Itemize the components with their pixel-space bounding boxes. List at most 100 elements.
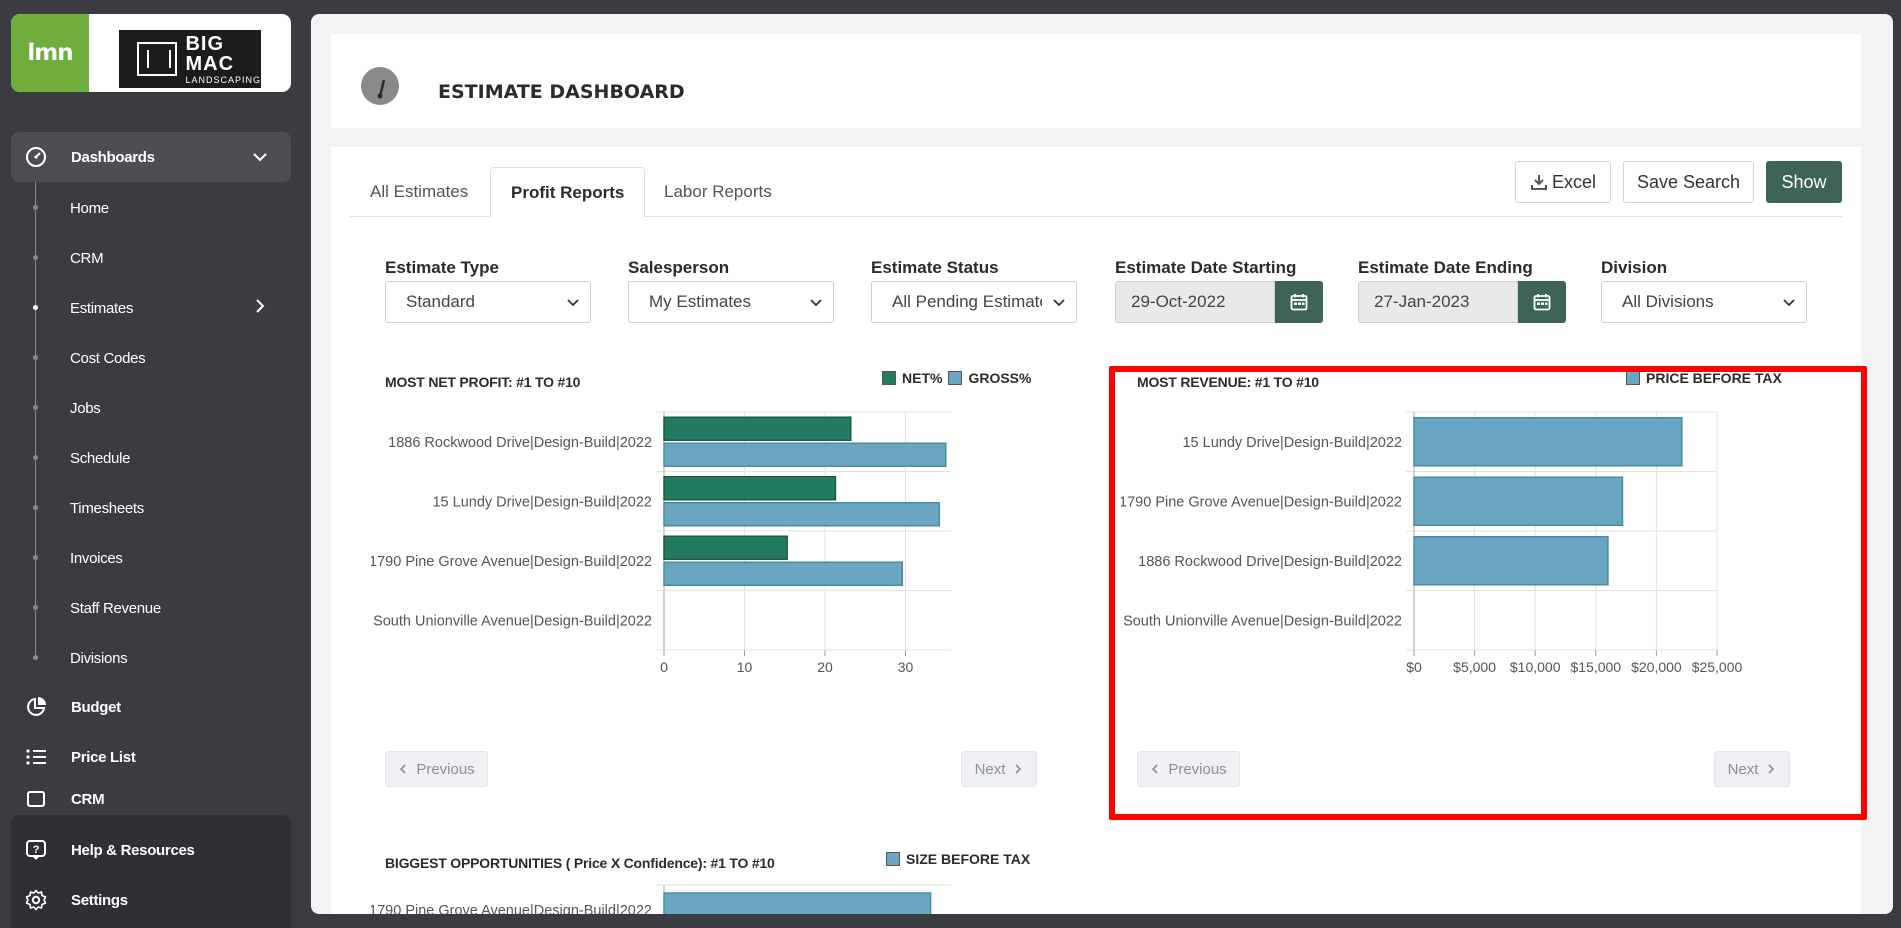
sidebar-item-home[interactable]: Home <box>70 193 109 223</box>
date-end-input[interactable]: 27-Jan-2023 <box>1358 281 1518 323</box>
chart-category-label: 513 South Unionville Avenue|Design-Build… <box>371 613 652 629</box>
sidebar-item-label: Jobs <box>70 399 101 417</box>
tab-labor-reports[interactable]: Labor Reports <box>644 167 792 217</box>
chart-bar <box>663 442 947 467</box>
estimate-status-label: Estimate Status <box>871 258 999 277</box>
sidebar-item-divisions[interactable]: Divisions <box>70 643 128 673</box>
lmn-logo[interactable]: lmn <box>11 14 89 92</box>
download-icon <box>1530 175 1547 190</box>
chart-x-tick-label: $20,000 <box>1631 659 1682 675</box>
date-start-input[interactable]: 29-Oct-2022 <box>1115 281 1275 323</box>
estimate-type-label: Estimate Type <box>385 258 500 277</box>
chart-revenue-legend: PRICE BEFORE TAX <box>1626 370 1782 386</box>
legend-swatch-price <box>1626 371 1640 385</box>
chart-x-tick-label: 0 <box>660 659 668 675</box>
sidebar-item-timesheets[interactable]: Timesheets <box>70 493 144 523</box>
revenue-next-button[interactable]: Next <box>1714 751 1790 787</box>
calendar-icon <box>1290 294 1308 311</box>
salesperson-select[interactable]: My Estimates <box>628 281 834 323</box>
division-select[interactable]: All Divisions <box>1601 281 1807 323</box>
pie-chart-icon <box>25 696 47 718</box>
nav-dot <box>33 555 38 560</box>
date-start-picker-button[interactable] <box>1275 281 1323 323</box>
legend-swatch-net <box>882 371 896 385</box>
net-profit-previous-button[interactable]: Previous <box>385 751 488 787</box>
chart-category-label: 15 Lundy Drive|Design-Build|2022 <box>1182 435 1402 451</box>
sidebar-item-staff-revenue[interactable]: Staff Revenue <box>70 593 161 623</box>
chevron-left-icon <box>1152 764 1158 774</box>
sidebar-item-label: Dashboards <box>71 148 155 166</box>
page-title: ESTIMATE DASHBOARD <box>438 81 685 103</box>
nav-dot <box>33 605 38 610</box>
company-logo-line-2: MAC <box>185 52 235 75</box>
tab-all-estimates[interactable]: All Estimates <box>350 167 488 217</box>
sidebar-item-dashboards[interactable]: Dashboards <box>11 132 291 182</box>
tab-profit-reports[interactable]: Profit Reports <box>490 167 646 218</box>
gear-icon <box>25 889 47 911</box>
sidebar-item-label: CRM <box>70 249 104 267</box>
date-end-picker-button[interactable] <box>1518 281 1566 323</box>
legend-swatch-size <box>886 852 900 866</box>
chevron-right-icon <box>1768 764 1775 774</box>
sidebar-item-budget[interactable]: Budget <box>11 682 291 732</box>
company-logo-mark <box>137 42 178 76</box>
sidebar-item-label: Settings <box>71 891 128 909</box>
chevron-left-icon <box>400 764 406 774</box>
legend-label-size: SIZE BEFORE TAX <box>906 851 1031 867</box>
lmn-logo-text: lmn <box>27 40 73 66</box>
nav-dot <box>33 355 38 360</box>
estimate-status-value: All Pending Estimates <box>892 292 1042 311</box>
chart-x-tick-label: $25,000 <box>1692 659 1743 675</box>
net-profit-next-button[interactable]: Next <box>961 751 1037 787</box>
sidebar-item-label: Help & Resources <box>71 841 195 859</box>
sidebar-item-label: Cost Codes <box>70 349 146 367</box>
chevron-down-icon <box>567 299 579 307</box>
sidebar-item-help[interactable]: ? Help & Resources <box>11 825 291 875</box>
page-header: ESTIMATE DASHBOARD <box>331 34 1861 128</box>
excel-button[interactable]: Excel <box>1515 161 1611 203</box>
chart-opportunities-legend: SIZE BEFORE TAX <box>886 851 1030 867</box>
chevron-right-icon[interactable] <box>252 298 268 314</box>
revenue-previous-button[interactable]: Previous <box>1137 751 1240 787</box>
previous-label: Previous <box>416 760 475 778</box>
legend-label-price: PRICE BEFORE TAX <box>1646 370 1782 386</box>
sidebar-item-schedule[interactable]: Schedule <box>70 443 130 473</box>
legend-swatch-gross <box>948 371 963 385</box>
main-panel: ESTIMATE DASHBOARD All Estimates Profit … <box>311 14 1893 914</box>
calendar-icon <box>1533 294 1551 311</box>
save-search-button[interactable]: Save Search <box>1623 161 1754 203</box>
excel-button-label: Excel <box>1551 171 1596 192</box>
chevron-down-icon <box>1783 299 1795 307</box>
division-value: All Divisions <box>1622 292 1714 311</box>
chart-x-tick-label: 20 <box>817 659 833 675</box>
sidebar-item-label: Staff Revenue <box>70 599 161 617</box>
salesperson-value: My Estimates <box>649 292 752 311</box>
help-icon: ? <box>25 839 47 861</box>
estimate-type-value: Standard <box>406 292 475 311</box>
sidebar-item-label: Divisions <box>70 649 128 667</box>
nav-dot <box>33 655 38 660</box>
dashboard-gauge-icon <box>25 146 47 168</box>
chevron-right-icon <box>1015 764 1022 774</box>
sidebar-item-settings[interactable]: Settings <box>11 875 291 925</box>
sidebar-item-jobs[interactable]: Jobs <box>70 393 101 423</box>
sidebar-item-label: Schedule <box>70 449 131 467</box>
sidebar-item-crm[interactable]: CRM <box>70 243 104 273</box>
sidebar-item-crm-partial[interactable]: CRM <box>11 782 291 808</box>
chart-bar <box>663 502 941 527</box>
sidebar-item-price-list[interactable]: Price List <box>11 732 291 782</box>
sidebar-item-invoices[interactable]: Invoices <box>70 543 123 573</box>
sidebar-item-cost-codes[interactable]: Cost Codes <box>70 343 146 373</box>
estimate-type-select[interactable]: Standard <box>385 281 591 323</box>
nav-dot-active <box>33 305 38 310</box>
brand-logo-box: lmn BIG MAC LANDSCAPING <box>11 14 291 92</box>
sidebar-item-estimates[interactable]: Estimates <box>70 293 133 323</box>
chart-category-label: 1790 Pine Grove Avenue|Design-Build|2022 <box>371 554 652 570</box>
crm-icon <box>25 786 47 808</box>
sidebar-item-label: CRM <box>71 791 105 808</box>
company-logo-line-1: BIG <box>185 32 225 55</box>
show-button[interactable]: Show <box>1766 161 1842 203</box>
content-card: All Estimates Profit Reports Labor Repor… <box>331 147 1867 914</box>
estimate-status-select[interactable]: All Pending Estimates <box>871 281 1077 323</box>
chart-bar <box>663 535 788 560</box>
